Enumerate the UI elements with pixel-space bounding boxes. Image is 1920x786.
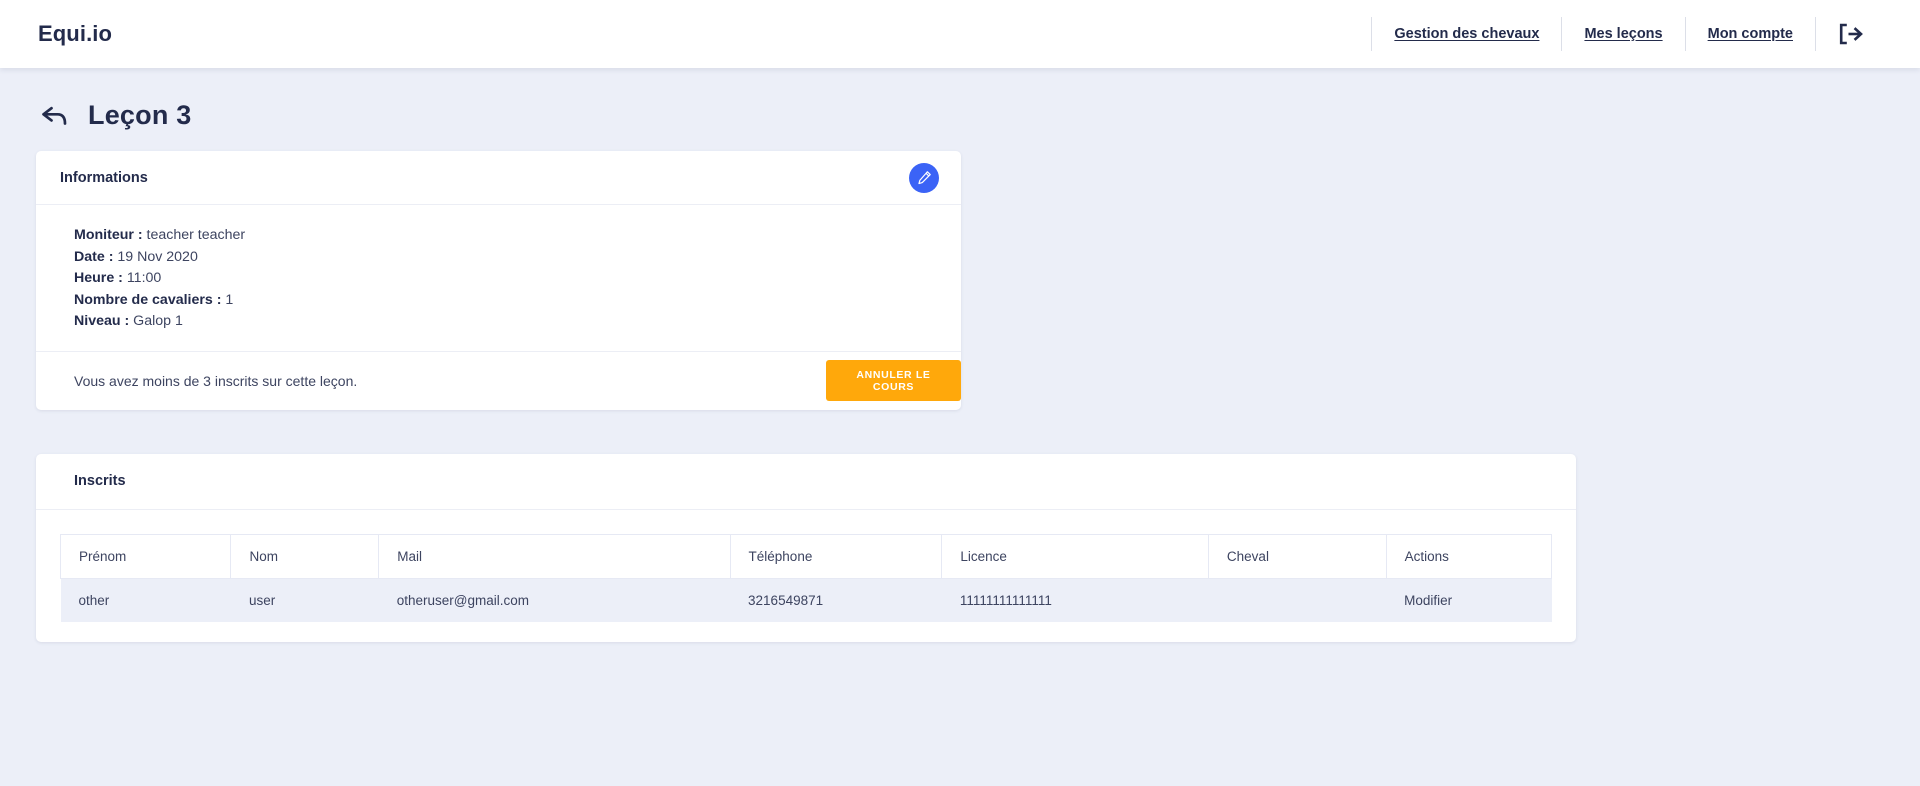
column-header-actions: Actions [1385,533,1553,579]
column-header-telephone: Téléphone [729,533,943,579]
logout-icon [1839,23,1863,45]
table-body: other user otheruser@gmail.com 321654987… [60,578,1552,622]
cell-mail: otheruser@gmail.com [378,578,731,622]
nav-link-mes-lecons[interactable]: Mes leçons [1562,15,1684,53]
cancel-course-button[interactable]: Annuler le cours [826,360,961,402]
info-label-date: Date : [74,248,114,265]
top-navigation-bar: Equi.io Gestion des chevaux Mes leçons M… [0,0,1920,68]
cell-actions: Modifier [1386,578,1552,622]
modifier-link[interactable]: Modifier [1404,593,1452,608]
nav-link-mon-compte[interactable]: Mon compte [1686,15,1815,53]
info-label-niveau: Niveau : [74,313,130,330]
main-nav: Gestion des chevaux Mes leçons Mon compt… [1371,15,1884,53]
informations-footer: Vous avez moins de 3 inscrits sur cette … [36,350,961,410]
cell-telephone: 3216549871 [730,578,942,622]
nav-link-gestion-des-chevaux[interactable]: Gestion des chevaux [1372,15,1561,53]
inscrits-card-header: Inscrits [36,454,1576,510]
table-row: other user otheruser@gmail.com 321654987… [60,578,1552,622]
cell-cheval [1208,578,1387,622]
cell-prenom: other [60,578,231,622]
informations-body: Moniteur : teacher teacher Date : 19 Nov… [36,205,961,351]
info-label-heure: Heure : [74,270,123,287]
column-header-mail: Mail [378,533,731,579]
info-row-moniteur: Moniteur : teacher teacher [74,225,937,247]
back-arrow-icon [42,106,67,125]
back-button[interactable] [38,101,72,131]
info-row-heure: Heure : 11:00 [74,268,937,290]
edit-lesson-button[interactable] [909,162,939,193]
pencil-icon [917,171,931,185]
page-title: Leçon 3 [88,100,192,130]
table-header: Prénom Nom Mail Téléphone Licence Cheval… [59,533,1553,579]
info-label-moniteur: Moniteur : [74,227,143,243]
info-value-niveau: Galop 1 [133,313,183,330]
informations-title: Informations [60,169,148,186]
cell-licence: 11111111111111 [941,578,1209,622]
column-header-nom: Nom [230,533,380,579]
column-header-prenom: Prénom [59,533,232,579]
info-value-moniteur: teacher teacher [146,227,246,243]
info-value-heure: 11:00 [126,270,162,287]
info-label-nombre-de-cavaliers: Nombre de cavaliers : [74,291,222,308]
informations-card-header: Informations [36,151,961,205]
column-header-cheval: Cheval [1207,533,1387,579]
brand-logo[interactable]: Equi.io [38,21,112,47]
column-header-licence: Licence [941,533,1209,579]
inscrits-card: Inscrits Prénom Nom Mail Téléphone Licen… [36,453,1576,642]
info-value-date: 19 Nov 2020 [117,248,198,265]
info-row-niveau: Niveau : Galop 1 [74,311,937,333]
inscrits-table: Prénom Nom Mail Téléphone Licence Cheval… [59,533,1553,622]
logout-button[interactable] [1816,23,1884,45]
info-row-nombre-de-cavaliers: Nombre de cavaliers : 1 [74,290,937,312]
cell-nom: user [230,578,379,622]
inscrits-title: Inscrits [74,473,126,490]
table-header-row: Prénom Nom Mail Téléphone Licence Cheval… [59,533,1553,579]
informations-card: Informations Moniteur : teacher teacher … [36,151,961,410]
info-value-nombre-de-cavaliers: 1 [225,291,234,308]
inscrits-warning-text: Vous avez moins de 3 inscrits sur cette … [74,372,358,389]
page-header: Leçon 3 [36,68,1884,151]
page-content: Leçon 3 Informations Moniteur : teacher … [0,68,1920,642]
info-row-date: Date : 19 Nov 2020 [74,247,937,269]
